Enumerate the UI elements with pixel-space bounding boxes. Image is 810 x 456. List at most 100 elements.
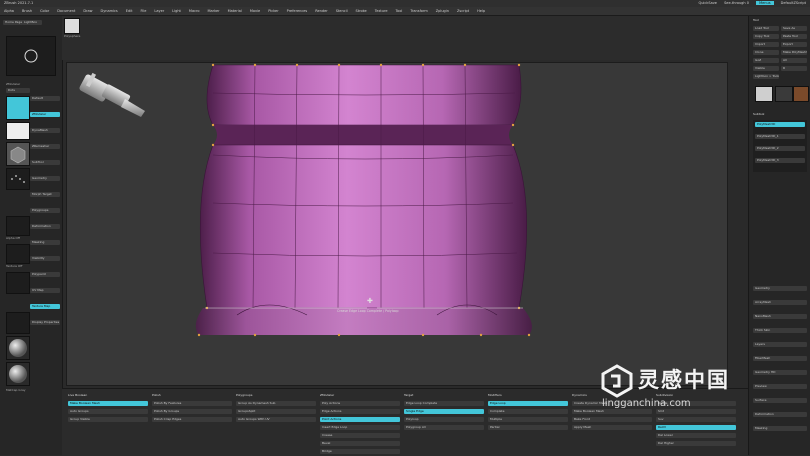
section-surface[interactable]: Surface xyxy=(753,398,807,403)
tool-button-all[interactable]: All xyxy=(781,58,807,63)
seethrough-slider[interactable]: See-through 0 xyxy=(724,1,749,5)
menu-render[interactable]: Render xyxy=(311,7,331,15)
section-preview[interactable]: Preview xyxy=(753,384,807,389)
default-zscript-button[interactable]: DefaultZScript xyxy=(781,1,806,5)
menu-zplugin[interactable]: Zplugin xyxy=(432,7,453,15)
viewport[interactable]: ✚ Crease Edge Loop Complete / Polyloop xyxy=(66,62,728,386)
polysphere-icon[interactable] xyxy=(64,18,80,34)
section-nanomesh[interactable]: NanoMesh xyxy=(753,314,807,319)
subtool-item[interactable]: PolyMesh3D xyxy=(755,122,805,127)
menu-color[interactable]: Color xyxy=(36,7,53,15)
left-button-polypaint[interactable]: Polypaint xyxy=(30,272,60,277)
subtool-item[interactable]: PolyMesh3D_2 xyxy=(755,146,805,151)
menu-macro[interactable]: Macro xyxy=(185,7,204,15)
bottom-button[interactable]: GroupsSplit xyxy=(236,409,316,414)
tool-button-import[interactable]: Import xyxy=(753,42,779,47)
bottom-button[interactable]: Group Visible xyxy=(68,417,148,422)
bottom-button[interactable]: Bevel xyxy=(320,441,400,446)
section-fibermesh[interactable]: FiberMesh xyxy=(753,356,807,361)
bottom-button[interactable]: Insert Edge Loop xyxy=(320,425,400,430)
bottom-button[interactable]: Polyloop xyxy=(404,417,484,422)
bottom-button[interactable]: Single Edge xyxy=(404,409,484,414)
alpha-thumbnail[interactable] xyxy=(6,96,30,120)
menu-material[interactable]: Material xyxy=(224,7,246,15)
texture-off-thumbnail[interactable] xyxy=(6,244,30,264)
home-page-button[interactable]: Home Page xyxy=(3,20,23,25)
stroke-button[interactable]: Dots xyxy=(6,88,30,93)
bottom-button[interactable]: Auto Groups xyxy=(68,409,148,414)
menu-document[interactable]: Document xyxy=(53,7,79,15)
menu-brush[interactable]: Brush xyxy=(18,7,36,15)
tool-button-visible[interactable]: Visible xyxy=(753,66,779,71)
left-button-zremesher[interactable]: ZRemesher xyxy=(30,144,60,149)
bottom-button[interactable]: Del Lower xyxy=(656,433,736,438)
tool-thumbnail-3[interactable] xyxy=(793,86,809,102)
menus-toggle[interactable]: Menus xyxy=(756,1,774,5)
menu-picker[interactable]: Picker xyxy=(264,7,282,15)
tool-button-clone[interactable]: Clone xyxy=(753,50,779,55)
tool-button-make-polymesh3d[interactable]: Make PolyMesh3D xyxy=(781,50,807,55)
cube-icon[interactable] xyxy=(6,142,30,166)
lightbox-button[interactable]: LightBox xyxy=(22,20,42,25)
brush-thumbnail[interactable] xyxy=(6,36,56,76)
bottom-button[interactable]: Multiple xyxy=(488,417,568,422)
mesh-canvas[interactable]: ✚ xyxy=(67,63,727,385)
menu-movie[interactable]: Movie xyxy=(246,7,264,15)
menu-draw[interactable]: Draw xyxy=(79,7,96,15)
section-thick-skin[interactable]: Thick Skin xyxy=(753,328,807,333)
bottom-button[interactable]: Edge Actions xyxy=(320,409,400,414)
bottom-button[interactable]: Auto Groups With UV xyxy=(236,417,316,422)
left-button-default[interactable]: Default xyxy=(30,96,60,101)
section-arraymesh[interactable]: ArrayMesh xyxy=(753,300,807,305)
bottom-button[interactable]: Apply Mesh xyxy=(572,425,652,430)
left-button-dynamesh[interactable]: DynaMesh xyxy=(30,128,60,133)
left-button-morph-target[interactable]: Morph Target xyxy=(30,192,60,197)
bottom-button[interactable]: Complete xyxy=(488,409,568,414)
alpha-off-thumbnail[interactable] xyxy=(6,216,30,236)
bottom-button[interactable]: Make Boolean Mesh xyxy=(68,401,148,406)
left-button-zmodeler[interactable]: ZModeler xyxy=(30,112,60,117)
tool-button-export[interactable]: Export xyxy=(781,42,807,47)
section-layers[interactable]: Layers xyxy=(753,342,807,347)
menu-preferences[interactable]: Preferences xyxy=(283,7,312,15)
menu-help[interactable]: Help xyxy=(473,7,489,15)
menu-stencil[interactable]: Stencil xyxy=(332,7,352,15)
bottom-button[interactable]: Group As Dynamesh Sub xyxy=(236,401,316,406)
tool-button-goz[interactable]: GoZ xyxy=(753,58,779,63)
menu-stroke[interactable]: Stroke xyxy=(352,7,371,15)
color-swatch-black[interactable] xyxy=(6,272,30,294)
bottom-button[interactable]: Crease xyxy=(320,433,400,438)
menu-transform[interactable]: Transform xyxy=(406,7,431,15)
tool-button-copy-tool[interactable]: Copy Tool xyxy=(753,34,779,39)
section-deformation[interactable]: Deformation xyxy=(753,412,807,417)
menu-texture[interactable]: Texture xyxy=(371,7,392,15)
menu-marker[interactable]: Marker xyxy=(204,7,224,15)
matcap-sphere-icon[interactable] xyxy=(6,336,30,360)
bottom-button[interactable]: Point Actions xyxy=(320,417,400,422)
bottom-button[interactable]: Partial xyxy=(488,425,568,430)
color-swatch-dark[interactable] xyxy=(6,312,30,334)
left-button-display-properties[interactable]: Display Properties xyxy=(30,320,60,325)
menu-alpha[interactable]: Alpha xyxy=(0,7,18,15)
texture-thumbnail[interactable] xyxy=(6,122,30,140)
tool-thumbnail-2[interactable] xyxy=(775,86,793,102)
tool-button-load-tool[interactable]: Load Tool xyxy=(753,26,779,31)
current-tool-thumbnail[interactable] xyxy=(755,86,773,102)
subtool-item[interactable]: PolyMesh3D_1 xyxy=(755,134,805,139)
dots-stroke-icon[interactable] xyxy=(6,168,30,190)
left-button-uv-map[interactable]: UV Map xyxy=(30,288,60,293)
menu-dynamics[interactable]: Dynamics xyxy=(97,7,122,15)
subtool-item[interactable]: PolyMesh3D_3 xyxy=(755,158,805,163)
bottom-button[interactable]: Edge Loop Complete xyxy=(404,401,484,406)
menu-tool[interactable]: Tool xyxy=(392,7,407,15)
quicksave-button[interactable]: QuickSave xyxy=(698,1,717,5)
left-button-visibility[interactable]: Visibility xyxy=(30,256,60,261)
menu-file[interactable]: File xyxy=(137,7,151,15)
tool-button-save-as[interactable]: Save As xyxy=(781,26,807,31)
bottom-button[interactable]: Bridge xyxy=(320,449,400,454)
mesh-object[interactable]: ✚ xyxy=(195,63,532,337)
bottom-button[interactable]: Edge Loop xyxy=(488,401,568,406)
menu-light[interactable]: Light xyxy=(168,7,185,15)
tool-button-r[interactable]: R xyxy=(781,66,807,71)
bottom-button[interactable]: Polish Crisp Edges xyxy=(152,417,232,422)
